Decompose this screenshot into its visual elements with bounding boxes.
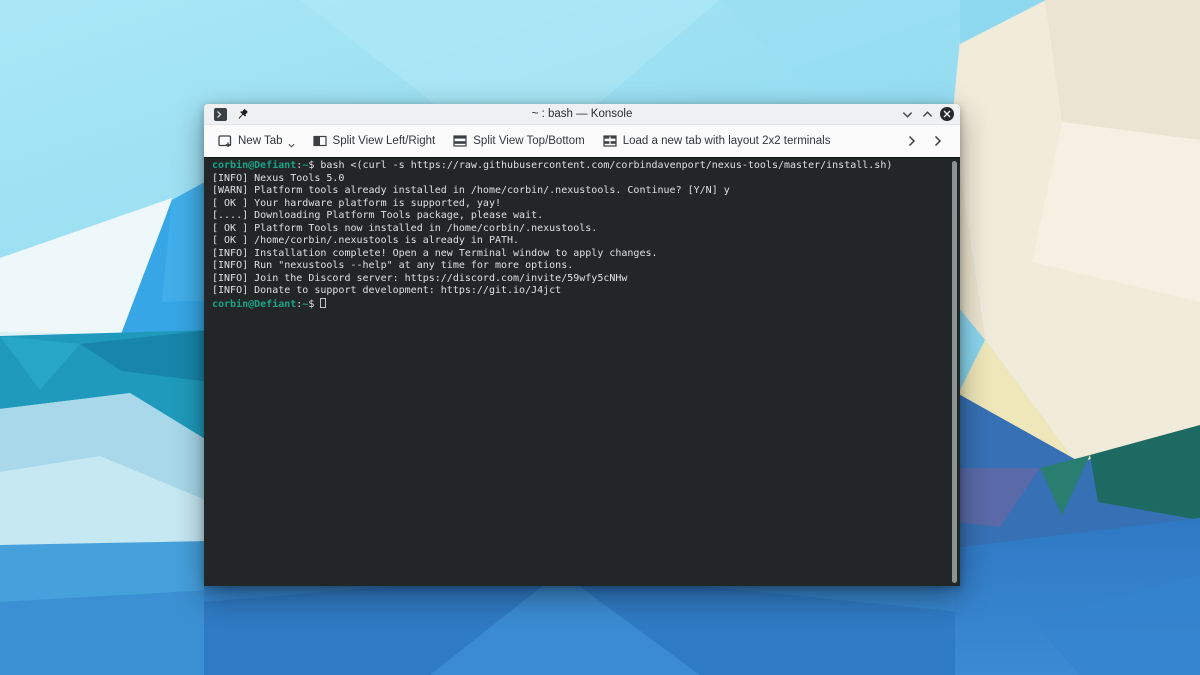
- terminal-line: corbin@Defiant:~$: [212, 298, 946, 311]
- terminal[interactable]: corbin@Defiant:~$ bash <(curl -s https:/…: [204, 157, 960, 586]
- split-view-tb-label: Split View Top/Bottom: [473, 135, 584, 147]
- konsole-window: ~ : bash — Konsole: [204, 104, 960, 586]
- terminal-line: [ OK ] /home/corbin/.nexustools is alrea…: [212, 235, 946, 248]
- layout-2x2-button[interactable]: Load a new tab with layout 2x2 terminals: [597, 130, 837, 152]
- terminal-line: [INFO] Installation complete! Open a new…: [212, 248, 946, 261]
- maximize-button[interactable]: [920, 107, 934, 121]
- chevron-right-icon: [933, 135, 943, 147]
- terminal-scrollbar[interactable]: [952, 161, 957, 583]
- toolbar: New Tab Split View Left/Right Split View…: [204, 125, 960, 157]
- terminal-cursor: [320, 298, 326, 308]
- maximize-icon: [922, 109, 933, 120]
- terminal-line: corbin@Defiant:~$ bash <(curl -s https:/…: [212, 160, 946, 173]
- toolbar-overflow-button-2[interactable]: [928, 131, 948, 151]
- konsole-app-icon: [214, 108, 227, 121]
- terminal-line: [WARN] Platform tools already installed …: [212, 185, 946, 198]
- terminal-line: [INFO] Donate to support development: ht…: [212, 285, 946, 298]
- minimize-button[interactable]: [900, 107, 914, 121]
- close-button[interactable]: [940, 107, 954, 121]
- split-view-lr-button[interactable]: Split View Left/Right: [307, 130, 442, 152]
- terminal-line: [ OK ] Your hardware platform is support…: [212, 198, 946, 211]
- close-icon: [943, 110, 951, 118]
- toolbar-overflow-button-1[interactable]: [902, 131, 922, 151]
- terminal-line: [INFO] Nexus Tools 5.0: [212, 173, 946, 186]
- terminal-output: corbin@Defiant:~$ bash <(curl -s https:/…: [204, 158, 960, 311]
- split-view-tb-button[interactable]: Split View Top/Bottom: [447, 130, 590, 152]
- terminal-line: [INFO] Join the Discord server: https://…: [212, 273, 946, 286]
- minimize-icon: [902, 109, 913, 120]
- layout-2x2-label: Load a new tab with layout 2x2 terminals: [623, 135, 831, 147]
- new-tab-label: New Tab: [238, 135, 283, 147]
- terminal-line: [ OK ] Platform Tools now installed in /…: [212, 223, 946, 236]
- window-controls: [900, 107, 954, 121]
- split-view-lr-icon: [313, 134, 327, 148]
- split-view-tb-icon: [453, 134, 467, 148]
- terminal-line: [INFO] Run "nexustools --help" at any ti…: [212, 260, 946, 273]
- chevron-right-icon: [907, 135, 917, 147]
- titlebar[interactable]: ~ : bash — Konsole: [204, 104, 960, 125]
- split-view-lr-label: Split View Left/Right: [333, 135, 436, 147]
- chevron-down-icon: [288, 143, 295, 148]
- new-tab-icon: [218, 134, 232, 148]
- new-tab-button[interactable]: New Tab: [212, 130, 301, 152]
- layout-2x2-icon: [603, 134, 617, 148]
- terminal-line: [....] Downloading Platform Tools packag…: [212, 210, 946, 223]
- pin-icon[interactable]: [236, 108, 249, 121]
- window-title: ~ : bash — Konsole: [204, 108, 960, 120]
